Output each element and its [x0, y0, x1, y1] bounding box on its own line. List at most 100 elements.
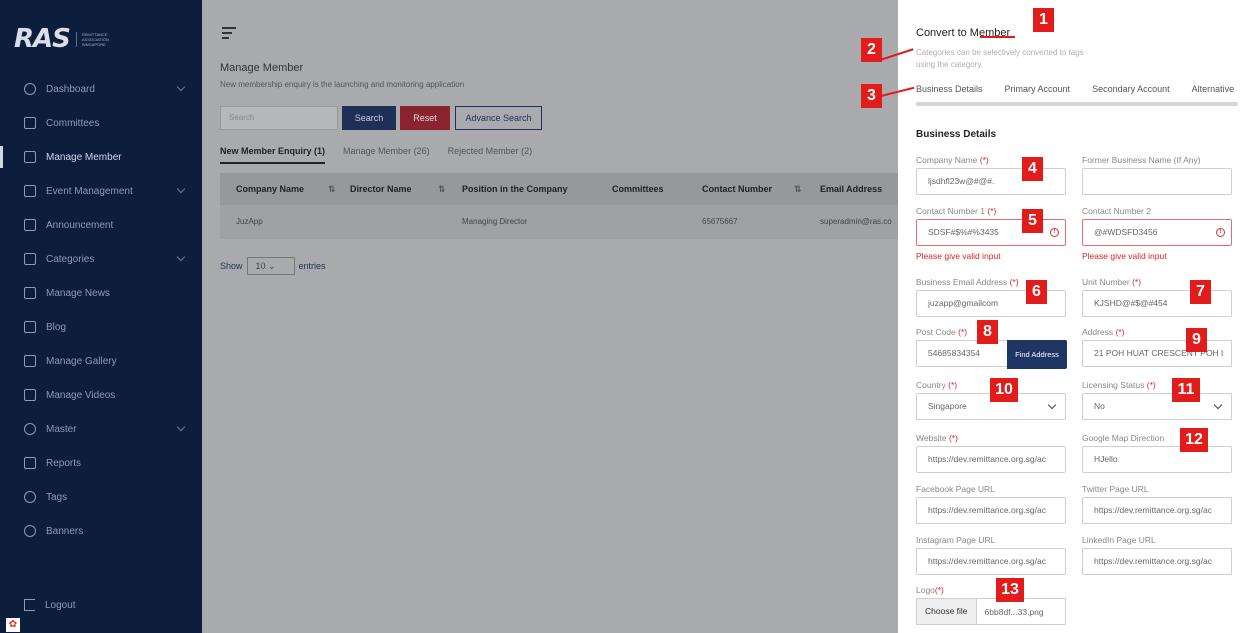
search-input[interactable]: Search — [220, 106, 338, 130]
website-field[interactable]: https://dev.remittance.org.sg/ac — [916, 446, 1066, 473]
contact1-field[interactable]: SDSF#$%#%3435! — [916, 219, 1066, 246]
page-length-select[interactable]: 10 ⌄ — [246, 257, 295, 275]
logo-subtitle: REMITTANCE ASSOCIATION SINGAPORE — [75, 31, 126, 47]
linkedin-label: LinkedIn Page URL — [1082, 535, 1156, 545]
sidebar-item-label: Categories — [46, 253, 95, 265]
cell-company: JuzApp — [236, 217, 263, 226]
error-icon: ! — [1216, 228, 1225, 237]
tab-new-member-enquiry[interactable]: New Member Enquiry (1) — [220, 146, 326, 164]
member-icon — [24, 151, 36, 163]
contact1-error: Please give valid input — [916, 251, 1001, 261]
chevron-down-icon — [176, 184, 186, 194]
tab-primary-account[interactable]: Primary Account — [1005, 84, 1071, 94]
logo[interactable]: RAS REMITTANCE ASSOCIATION SINGAPORE — [14, 22, 144, 56]
former-name-field[interactable] — [1082, 168, 1232, 195]
sidebar-item-manage-videos[interactable]: Manage Videos — [0, 378, 202, 412]
company-name-field[interactable]: ljsdhfl23w@#@#. — [916, 168, 1066, 195]
col-committees[interactable]: Committees — [612, 173, 664, 205]
app-badge-icon[interactable]: ✿ — [6, 618, 20, 632]
col-contact-number[interactable]: Contact Number — [702, 173, 772, 205]
main-content: Manage Member New membership enquiry is … — [202, 0, 898, 633]
gear-icon — [24, 423, 36, 435]
instagram-field[interactable]: https://dev.remittance.org.sg/ac — [916, 548, 1066, 575]
licensing-select[interactable]: No — [1082, 393, 1232, 420]
tab-rejected-member[interactable]: Rejected Member (2) — [448, 146, 533, 164]
file-name: 6bb8df...33.png — [984, 606, 1044, 617]
facebook-label: Facebook Page URL — [916, 484, 995, 494]
tab-secondary-account[interactable]: Secondary Account — [1092, 84, 1170, 94]
callout-13: 13 — [996, 578, 1024, 602]
contact2-label: Contact Number 2 — [1082, 206, 1151, 216]
sort-icon[interactable]: ⇅ — [438, 173, 446, 205]
cell-position: Managing Director — [462, 217, 528, 226]
postcode-field[interactable]: 54685834354 — [916, 340, 1008, 367]
member-tabs: New Member Enquiry (1) Manage Member (26… — [220, 146, 532, 164]
callout-3: 3 — [861, 84, 882, 108]
reset-button[interactable]: Reset — [400, 106, 450, 130]
callout-8: 8 — [977, 320, 998, 344]
callout-2: 2 — [861, 38, 882, 62]
sidebar-item-label: Manage Gallery — [46, 355, 117, 367]
linkedin-field[interactable]: https://dev.remittance.org.sg/ac — [1082, 548, 1232, 575]
gallery-icon — [24, 355, 36, 367]
sidebar-item-manage-gallery[interactable]: Manage Gallery — [0, 344, 202, 378]
sidebar-item-event-management[interactable]: Event Management — [0, 174, 202, 208]
sidebar-item-label: Reports — [46, 457, 82, 469]
google-map-field[interactable]: HJello — [1082, 446, 1232, 473]
sidebar-item-label: Event Management — [46, 185, 133, 197]
sidebar-item-master[interactable]: Master — [0, 412, 202, 446]
col-email[interactable]: Email Address — [820, 173, 882, 205]
categories-icon — [24, 253, 36, 265]
page-subtitle: New membership enquiry is the launching … — [220, 80, 465, 89]
sidebar-item-reports[interactable]: Reports — [0, 446, 202, 480]
logo-file-input[interactable]: Choose file 6bb8df...33.png — [916, 598, 1066, 625]
col-director-name[interactable]: Director Name — [350, 173, 412, 205]
twitter-field[interactable]: https://dev.remittance.org.sg/ac — [1082, 497, 1232, 524]
col-position[interactable]: Position in the Company — [462, 173, 568, 205]
section-title: Business Details — [916, 129, 997, 140]
sidebar-item-blog[interactable]: Blog — [0, 310, 202, 344]
table-row[interactable]: JuzApp Managing Director 65675667 supera… — [220, 205, 898, 239]
sidebar-item-manage-member[interactable]: Manage Member — [0, 140, 202, 174]
sort-icon[interactable]: ⇅ — [328, 173, 336, 205]
sidebar-item-banners[interactable]: Banners — [0, 514, 202, 548]
chevron-down-icon — [176, 422, 186, 432]
tab-manage-member[interactable]: Manage Member (26) — [343, 146, 430, 164]
menu-toggle-icon[interactable] — [222, 27, 236, 42]
sidebar-item-tags[interactable]: Tags — [0, 480, 202, 514]
sidebar-item-label: Dashboard — [46, 83, 95, 95]
tabs-scrollbar[interactable] — [916, 102, 1238, 106]
advance-search-button[interactable]: Advance Search — [455, 106, 542, 130]
logout-label: Logout — [45, 599, 76, 611]
contact2-field[interactable]: @#WDSFD3456! — [1082, 219, 1232, 246]
sidebar-item-dashboard[interactable]: Dashboard — [0, 72, 202, 106]
globe-icon — [24, 83, 36, 95]
reports-icon — [24, 457, 36, 469]
drawer-description: Categories can be selectively converted … — [916, 48, 1084, 69]
postcode-label: Post Code (*) — [916, 327, 968, 337]
sidebar-item-committees[interactable]: Committees — [0, 106, 202, 140]
cell-email: superadmin@ras.co — [820, 217, 892, 226]
logout-button[interactable]: Logout — [24, 599, 76, 611]
sort-icon[interactable]: ⇅ — [794, 173, 802, 205]
callout-12: 12 — [1180, 428, 1208, 452]
tab-alternative[interactable]: Alternative — [1192, 84, 1235, 94]
col-company-name[interactable]: Company Name — [236, 173, 304, 205]
sidebar-item-manage-news[interactable]: Manage News — [0, 276, 202, 310]
sidebar-item-announcement[interactable]: Announcement — [0, 208, 202, 242]
licensing-label: Licensing Status (*) — [1082, 380, 1156, 390]
sidebar-item-label: Manage Videos — [46, 389, 116, 401]
choose-file-button[interactable]: Choose file — [917, 599, 977, 624]
sidebar-item-categories[interactable]: Categories — [0, 242, 202, 276]
cell-contact: 65675667 — [702, 217, 738, 226]
error-icon: ! — [1050, 228, 1059, 237]
address-field[interactable]: 21 POH HUAT CRESCENT POH I — [1082, 340, 1232, 367]
sidebar-item-label: Manage Member — [46, 151, 122, 163]
search-button[interactable]: Search — [342, 106, 396, 130]
tab-business-details[interactable]: Business Details — [916, 84, 983, 94]
callout-7: 7 — [1190, 280, 1211, 304]
facebook-field[interactable]: https://dev.remittance.org.sg/ac — [916, 497, 1066, 524]
chevron-down-icon — [1213, 400, 1223, 410]
find-address-button[interactable]: Find Address — [1007, 340, 1067, 369]
entries-label: entries — [298, 261, 326, 271]
